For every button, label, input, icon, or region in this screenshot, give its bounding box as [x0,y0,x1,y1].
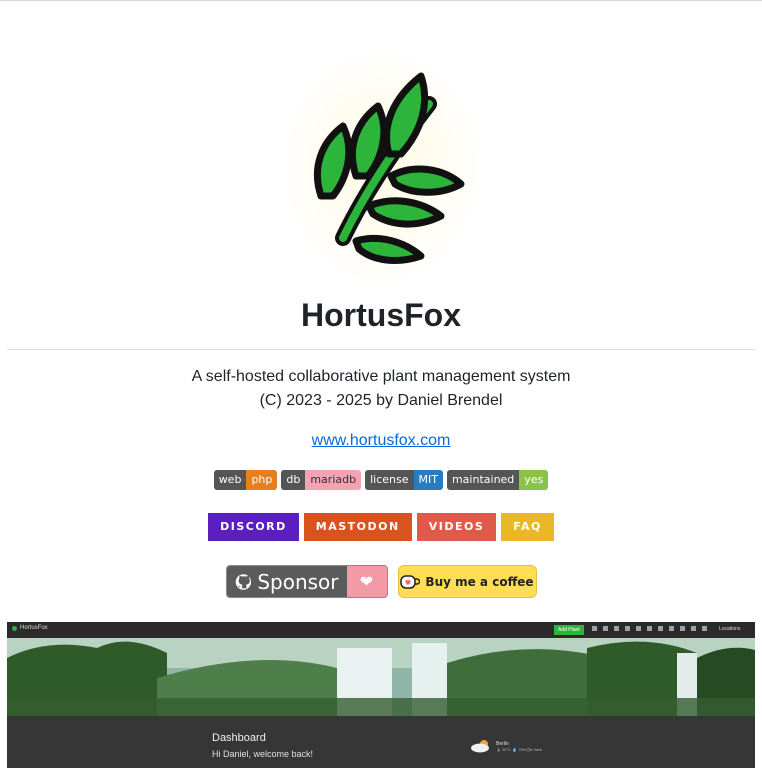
screenshot-add-plant-button: Add Plant [554,625,584,635]
bmc-label: Buy me a coffee [425,574,534,589]
screenshot-dashboard-area [7,716,755,768]
badge-web[interactable]: web php [213,470,278,490]
screenshot-brand-label: HortusFox [20,625,48,631]
nav-icon [702,626,707,631]
badge-value: mariadb [305,470,362,490]
screenshot-welcome-text: Hi Daniel, welcome back! [212,749,314,759]
discord-button[interactable]: DISCORD [208,513,299,541]
badge-value: php [246,470,278,490]
nav-icon [647,626,652,631]
faq-button[interactable]: FAQ [501,513,554,541]
screenshot-locations-menu: Locations [719,626,741,632]
github-icon [235,573,251,590]
screenshot-nav-icons [592,626,707,631]
badge-value: MIT [413,470,443,490]
coffee-cup-icon [400,574,421,589]
heart-icon: ❤ [346,566,387,597]
nav-icon [680,626,685,631]
nav-icon [691,626,696,631]
nav-icon [592,626,597,631]
nav-icon [614,626,619,631]
nav-icon [636,626,641,631]
leaf-icon [12,625,17,631]
badge-license[interactable]: license MIT [365,470,443,490]
github-sponsor-button[interactable]: Sponsor ❤ [225,565,388,598]
badge-value: yes [519,470,549,490]
weather-stats: 🌡 20°C 💧 75% 🌬 4m/s [496,746,543,752]
screenshot-weather-text: Berlin 🌡 20°C 💧 75% 🌬 4m/s [496,741,542,752]
website-link-row: www.hortusfox.com [0,432,762,450]
project-title: HortusFox [301,297,461,333]
badge-key: maintained [446,470,520,490]
screenshot-weather-widget: Berlin 🌡 20°C 💧 75% 🌬 4m/s [470,739,542,753]
badge-maintained[interactable]: maintained yes [446,470,549,490]
nav-icon [603,626,608,631]
github-sponsor-label-area: Sponsor [226,566,347,597]
title-divider [7,349,755,350]
nav-icon [625,626,630,631]
videos-button[interactable]: VIDEOS [416,513,497,541]
badge-key: web [213,470,247,490]
buy-me-a-coffee-button[interactable]: Buy me a coffee [397,565,537,598]
badge-db[interactable]: db mariadb [281,470,362,490]
mastodon-button[interactable]: MASTODON [303,513,412,541]
screenshot-brand: HortusFox [12,625,48,631]
top-divider [0,0,762,1]
leaf-logo-icon [314,72,465,264]
logo [281,56,483,288]
social-buttons: DISCORD MASTODON VIDEOS FAQ [0,513,762,541]
cloud-sun-icon [471,740,489,753]
app-screenshot: HortusFox Add Plant Locations Dashboard … [7,622,755,768]
waterfall-banner-image [7,638,755,716]
website-link[interactable]: www.hortusfox.com [312,432,451,449]
badge-key: db [281,470,306,490]
github-sponsor-label: Sponsor [257,569,339,594]
nav-icon [658,626,663,631]
screenshot-dashboard-title: Dashboard [212,732,266,744]
badge-key: license [365,470,414,490]
nav-icon [669,626,674,631]
sponsor-row: Sponsor ❤ Buy me a coffee [0,565,762,598]
copyright-text: (C) 2023 - 2025 by Daniel Brendel [259,392,503,409]
project-tagline: A self-hosted collaborative plant manage… [191,368,571,385]
screenshot-navbar: HortusFox Add Plant Locations [7,622,755,638]
badge-row: web php db mariadb license MIT maintaine… [0,470,762,490]
